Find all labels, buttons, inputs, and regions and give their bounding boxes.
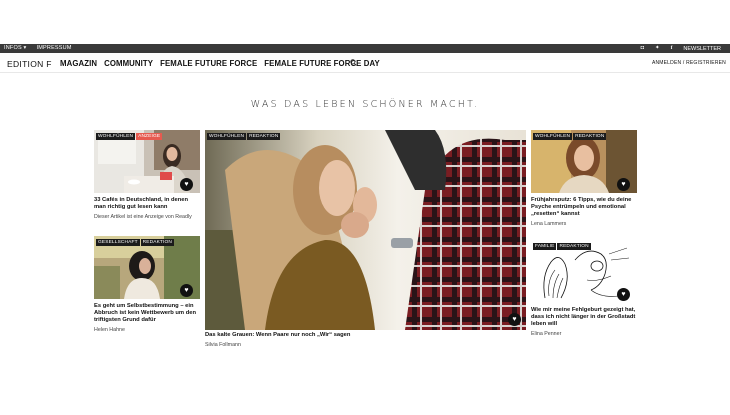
- article-card-cafes[interactable]: WOHLFÜHLEN ANZEIGE ♥ 33 Cafés in Deutsch…: [94, 130, 200, 225]
- tag-source: REDAKTION: [573, 133, 607, 140]
- article-byline: Elina Penner: [531, 331, 562, 337]
- tag-list: GESELLSCHAFT REDAKTION: [96, 239, 174, 246]
- newsletter-link[interactable]: NEWSLETTER: [683, 46, 721, 52]
- login-register-link[interactable]: ANMELDEN / REGISTRIEREN: [652, 60, 726, 66]
- tag-category[interactable]: WOHLFÜHLEN: [533, 133, 573, 140]
- article-image[interactable]: FAMILIE REDAKTION ♥: [531, 240, 637, 303]
- article-byline: Silvia Follmann: [205, 342, 241, 348]
- top-bar: INFOS ▾ IMPRESSUM ◘ ✦ f NEWSLETTER: [0, 44, 730, 53]
- article-title[interactable]: Es geht um Selbstbestimmung – ein Abbruc…: [94, 303, 200, 325]
- article-card-fruehjahrsputz[interactable]: WOHLFÜHLEN REDAKTION ♥ Frühjahrsputz: 6 …: [531, 130, 637, 230]
- article-image[interactable]: WOHLFÜHLEN REDAKTION ♥: [531, 130, 637, 193]
- article-byline: Lena Lammers: [531, 221, 567, 227]
- article-byline: Dieser Artikel ist eine Anzeige von Read…: [94, 214, 192, 220]
- tag-category[interactable]: WOHLFÜHLEN: [207, 133, 247, 140]
- tag-category[interactable]: GESELLSCHAFT: [96, 239, 140, 246]
- facebook-icon[interactable]: f: [671, 45, 673, 52]
- instagram-icon[interactable]: ◘: [641, 45, 644, 52]
- main-nav: EDITION F MAGAZIN COMMUNITY FEMALE FUTUR…: [0, 53, 730, 73]
- section-headline: WAS DAS LEBEN SCHÖNER MACHT.: [250, 99, 480, 110]
- tag-list: WOHLFÜHLEN REDAKTION: [533, 133, 607, 140]
- article-title[interactable]: Wie mir meine Fehlgeburt gezeigt hat, da…: [531, 307, 637, 329]
- tag-category[interactable]: WOHLFÜHLEN: [96, 133, 136, 140]
- article-card-selbstbestimmung[interactable]: GESELLSCHAFT REDAKTION ♥ Es geht um Selb…: [94, 236, 200, 336]
- heart-icon[interactable]: ♥: [508, 313, 521, 326]
- tag-source: REDAKTION: [247, 133, 281, 140]
- heart-icon[interactable]: ♥: [180, 284, 193, 297]
- article-card-fehlgeburt[interactable]: FAMILIE REDAKTION ♥ Wie mir meine Fehlge…: [531, 240, 637, 340]
- nav-item-magazin[interactable]: MAGAZIN: [60, 59, 97, 68]
- infos-menu[interactable]: INFOS ▾: [4, 45, 27, 51]
- couple-photo: [205, 130, 526, 330]
- twitter-icon[interactable]: ✦: [655, 45, 660, 52]
- tag-source: REDAKTION: [140, 239, 174, 246]
- nav-item-female-future-force-day[interactable]: FEMALE FUTURE FORCE DAY: [264, 59, 380, 68]
- tag-list: WOHLFÜHLEN REDAKTION: [207, 133, 281, 140]
- site-logo[interactable]: EDITION F: [7, 59, 52, 69]
- tag-category[interactable]: FAMILIE: [533, 243, 557, 250]
- heart-icon[interactable]: ♥: [617, 178, 630, 191]
- nav-item-female-future-force[interactable]: FEMALE FUTURE FORCE: [160, 59, 257, 68]
- article-image[interactable]: GESELLSCHAFT REDAKTION ♥: [94, 236, 200, 299]
- heart-icon[interactable]: ♥: [617, 288, 630, 301]
- tag-source: REDAKTION: [557, 243, 591, 250]
- article-card-featured[interactable]: WOHLFÜHLEN REDAKTION ♥ Das kalte Grauen:…: [205, 130, 526, 355]
- tag-ad: ANZEIGE: [136, 133, 163, 140]
- nav-menu: MAGAZIN COMMUNITY FEMALE FUTURE FORCE FE…: [60, 59, 380, 68]
- heart-icon[interactable]: ♥: [180, 178, 193, 191]
- search-icon[interactable]: [350, 59, 357, 66]
- article-title[interactable]: 33 Cafés in Deutschland, in denen man ri…: [94, 197, 200, 211]
- article-image[interactable]: WOHLFÜHLEN ANZEIGE ♥: [94, 130, 200, 193]
- article-title[interactable]: Frühjahrsputz: 6 Tipps, wie du deine Psy…: [531, 197, 637, 219]
- article-image[interactable]: WOHLFÜHLEN REDAKTION ♥: [205, 130, 526, 330]
- article-byline: Helen Hahne: [94, 327, 125, 333]
- impressum-link[interactable]: IMPRESSUM: [37, 45, 72, 51]
- nav-item-community[interactable]: COMMUNITY: [104, 59, 153, 68]
- tag-list: FAMILIE REDAKTION: [533, 243, 591, 250]
- tag-list: WOHLFÜHLEN ANZEIGE: [96, 133, 163, 140]
- article-title[interactable]: Das kalte Grauen: Wenn Paare nur noch „W…: [205, 332, 526, 339]
